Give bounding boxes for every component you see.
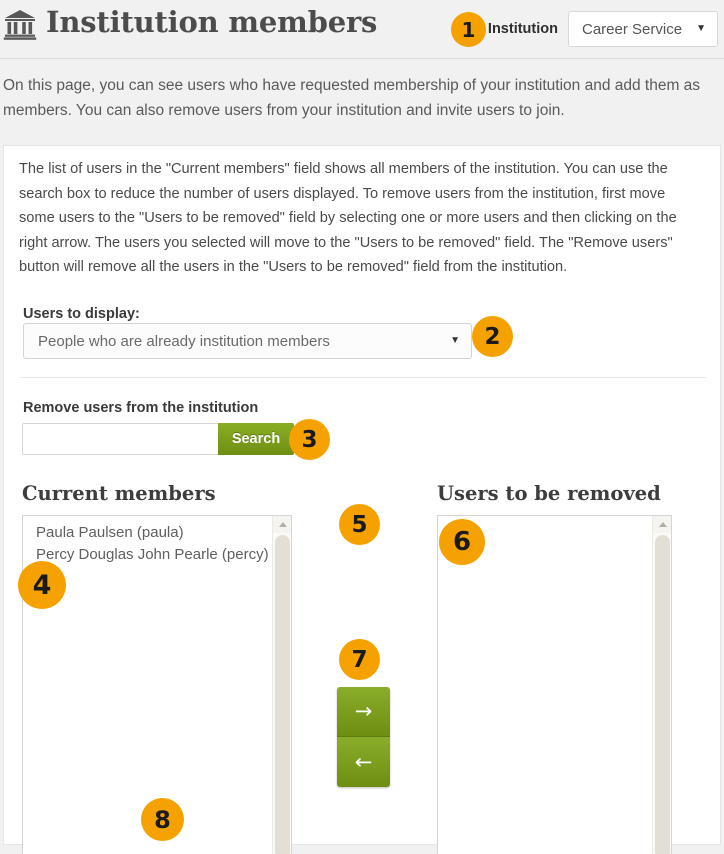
bank-institution-icon <box>3 7 37 41</box>
current-members-scrollbar[interactable] <box>272 516 291 854</box>
callout-badge-5: 5 <box>339 504 380 545</box>
callout-badge-4: 4 <box>18 561 66 609</box>
page-title-group: Institution members <box>3 5 378 41</box>
users-to-display-label: Users to display: <box>23 306 140 322</box>
users-to-be-removed-scrollbar[interactable] <box>652 516 671 854</box>
callout-badge-2: 2 <box>472 316 513 357</box>
institution-select-value: Career Service <box>582 20 683 38</box>
search-row: Search <box>22 423 294 455</box>
move-right-button[interactable]: → <box>337 687 390 737</box>
current-members-title: Current members <box>22 482 216 505</box>
instructions-text: The list of users in the "Current member… <box>19 161 677 275</box>
page-header: Institution members Institution Career S… <box>0 0 724 59</box>
institution-select[interactable]: Career Service ▼ <box>568 11 718 47</box>
transfer-buttons: → ← <box>337 687 390 787</box>
search-button[interactable]: Search <box>218 423 294 455</box>
list-item[interactable]: Paula Paulsen (paula) <box>36 522 258 544</box>
scrollbar-thumb[interactable] <box>275 535 290 854</box>
callout-badge-3: 3 <box>289 419 330 460</box>
chevron-down-icon: ▼ <box>450 335 460 346</box>
users-to-be-removed-title: Users to be removed <box>437 482 661 505</box>
current-members-list: Paula Paulsen (paula) Percy Douglas John … <box>23 522 271 565</box>
list-item[interactable]: Percy Douglas John Pearle (percy) <box>36 544 269 566</box>
users-to-display-value: People who are already institution membe… <box>38 332 330 350</box>
remove-users-section-label: Remove users from the institution <box>23 400 259 416</box>
scroll-up-icon[interactable] <box>653 516 671 533</box>
page-title: Institution members <box>46 5 378 39</box>
scroll-up-icon[interactable] <box>273 516 291 533</box>
institution-members-page: Institution members Institution Career S… <box>0 0 724 854</box>
members-panel: The list of users in the "Current member… <box>3 145 721 854</box>
callout-badge-6: 6 <box>439 519 485 565</box>
users-to-be-removed-listbox[interactable] <box>437 515 672 854</box>
callout-badge-1: 1 <box>451 12 486 47</box>
page-intro-text: On this page, you can see users who have… <box>3 77 701 119</box>
section-divider <box>20 377 706 378</box>
move-left-button[interactable]: ← <box>337 737 390 787</box>
callout-badge-8: 8 <box>141 798 184 841</box>
chevron-down-icon: ▼ <box>696 23 706 34</box>
scrollbar-thumb[interactable] <box>655 535 670 854</box>
search-input[interactable] <box>22 423 218 455</box>
institution-selector-group: Institution Career Service ▼ <box>488 11 718 47</box>
institution-label: Institution <box>487 21 558 37</box>
users-to-display-select[interactable]: People who are already institution membe… <box>23 323 472 359</box>
callout-badge-7: 7 <box>339 639 380 680</box>
